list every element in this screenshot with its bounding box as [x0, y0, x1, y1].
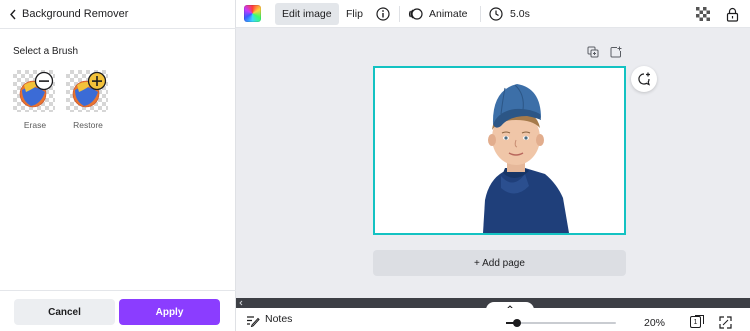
minus-circle-icon [34, 71, 54, 91]
add-page-button[interactable]: + Add page [373, 250, 626, 276]
pages-stack-icon [695, 315, 704, 324]
fullscreen-icon[interactable] [719, 316, 732, 329]
page-count-button[interactable]: 1 [690, 315, 704, 330]
add-comment-button[interactable] [631, 66, 657, 92]
panel-title: Background Remover [22, 8, 129, 20]
brush-restore[interactable]: Restore [66, 70, 110, 130]
comment-plus-icon [638, 72, 650, 86]
duplicate-page-icon[interactable] [587, 46, 599, 58]
apply-button[interactable]: Apply [119, 299, 220, 325]
notes-icon[interactable] [246, 315, 260, 327]
back-chevron-icon[interactable] [8, 8, 18, 20]
section-label: Select a Brush [13, 46, 79, 57]
boy-photo [483, 84, 569, 233]
plus-circle-icon [87, 71, 107, 91]
toolbar-divider [480, 6, 481, 22]
top-toolbar: Edit image Flip Animate 5.0s [236, 0, 750, 28]
zoom-value[interactable]: 20% [644, 317, 665, 329]
footer-divider [0, 290, 236, 291]
duration-button[interactable]: 5.0s [510, 0, 530, 28]
zoom-slider[interactable] [506, 319, 616, 327]
edit-image-button[interactable]: Edit image [275, 3, 339, 25]
design-page[interactable] [373, 66, 626, 235]
scroll-left-icon[interactable] [238, 300, 244, 306]
animate-icon[interactable] [408, 0, 423, 28]
flip-button[interactable]: Flip [346, 0, 363, 28]
transparency-icon[interactable] [696, 0, 710, 28]
lock-icon[interactable] [726, 0, 739, 28]
background-remover-panel: Background Remover Select a Brush Erase [0, 0, 236, 331]
brush-restore-thumbnail[interactable] [66, 70, 108, 112]
color-picker-icon[interactable] [244, 5, 261, 22]
panel-header: Background Remover [0, 0, 236, 28]
brush-erase-thumbnail[interactable] [13, 70, 55, 112]
cancel-button[interactable]: Cancel [14, 299, 115, 325]
bottom-bar: Notes 20% 1 [236, 308, 750, 331]
brush-erase-label: Erase [23, 120, 47, 130]
notes-button[interactable]: Notes [265, 313, 292, 325]
animate-button[interactable]: Animate [429, 0, 468, 28]
add-page-icon[interactable] [610, 46, 622, 58]
brush-erase[interactable]: Erase [13, 70, 57, 130]
info-icon[interactable] [376, 0, 390, 28]
clock-icon[interactable] [489, 0, 503, 28]
toolbar-divider [399, 6, 400, 22]
zoom-slider-thumb[interactable] [513, 319, 521, 327]
canvas-area: + Add page [236, 28, 750, 298]
brush-restore-label: Restore [73, 120, 103, 130]
header-divider [0, 28, 236, 29]
